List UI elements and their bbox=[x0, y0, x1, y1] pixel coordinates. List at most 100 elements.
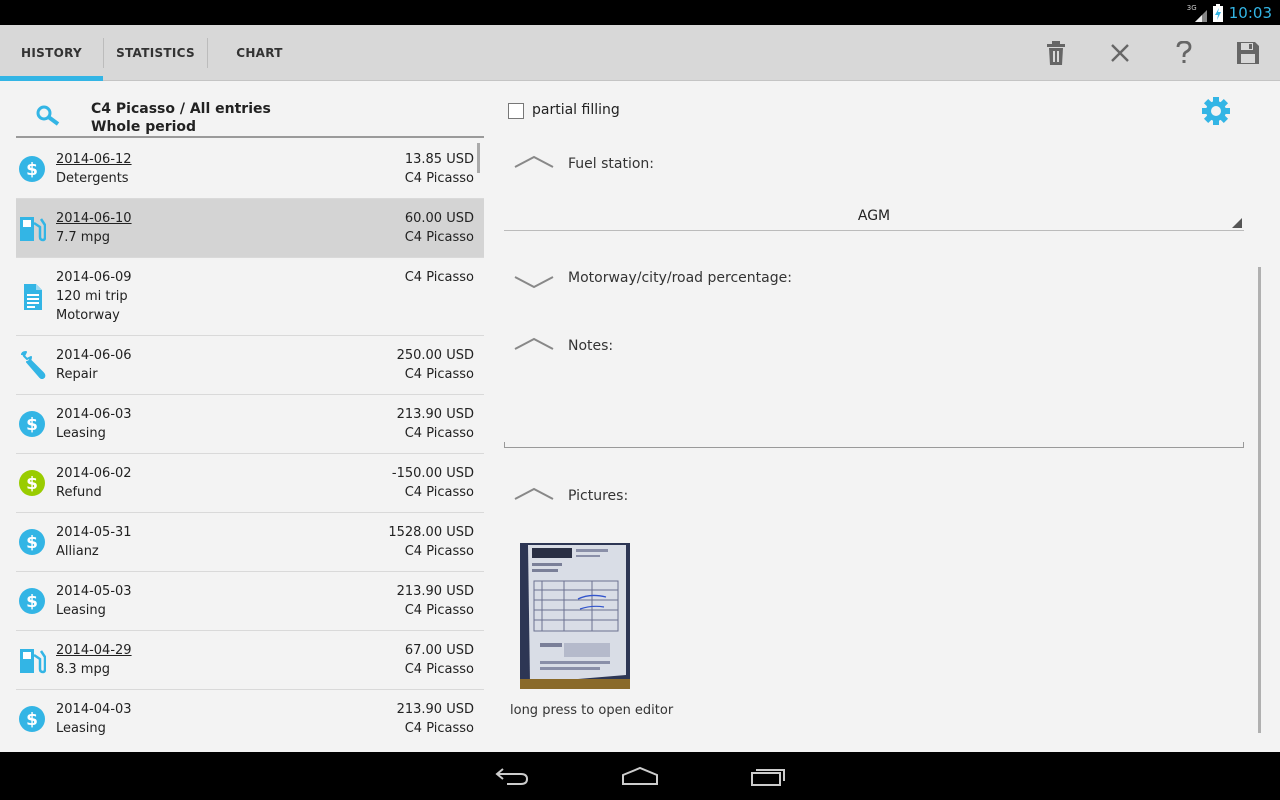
filter-period: Whole period bbox=[91, 119, 197, 135]
navigation-bar bbox=[0, 752, 1280, 800]
save-button[interactable] bbox=[1216, 25, 1280, 81]
detail-panel: partial filling Fuel station: AGM Motorw… bbox=[504, 81, 1264, 752]
fuel-pump-icon bbox=[20, 217, 46, 242]
entry-desc: Leasing bbox=[56, 603, 106, 618]
partial-filling-checkbox[interactable] bbox=[508, 103, 524, 119]
dropdown-arrow-icon bbox=[1232, 218, 1242, 228]
entry-car: C4 Picasso bbox=[404, 367, 474, 382]
entry-desc: Leasing bbox=[56, 426, 106, 441]
entry-amount: 1528.00 USD bbox=[388, 525, 474, 540]
list-item[interactable]: $ 2014-04-03 Leasing 213.90 USD C4 Picas… bbox=[16, 690, 484, 749]
entry-date: 2014-04-29 bbox=[56, 643, 132, 658]
home-button[interactable] bbox=[610, 760, 670, 792]
refund-dollar-icon: $ bbox=[19, 470, 45, 496]
help-button[interactable] bbox=[1152, 25, 1216, 81]
notes-input[interactable] bbox=[504, 366, 1244, 448]
list-item[interactable]: 2014-06-10 7.7 mpg 60.00 USD C4 Picasso bbox=[16, 199, 484, 258]
clock: 10:03 bbox=[1228, 3, 1272, 22]
dollar-icon: $ bbox=[19, 156, 45, 182]
entry-car: C4 Picasso bbox=[404, 426, 474, 441]
entry-desc: 8.3 mpg bbox=[56, 662, 110, 677]
picture-hint: long press to open editor bbox=[510, 703, 674, 718]
list-item[interactable]: $ 2014-06-02 Refund -150.00 USD C4 Picas… bbox=[16, 454, 484, 513]
battery-icon bbox=[1212, 3, 1223, 22]
tab-history[interactable]: HISTORY bbox=[0, 25, 103, 81]
fuel-station-value: AGM bbox=[857, 208, 891, 224]
entry-date: 2014-06-02 bbox=[56, 466, 132, 481]
dollar-icon: $ bbox=[19, 706, 45, 732]
entry-car: C4 Picasso bbox=[404, 485, 474, 500]
entry-date: 2014-05-31 bbox=[56, 525, 132, 540]
help-icon bbox=[1176, 41, 1192, 63]
entry-date: 2014-04-03 bbox=[56, 702, 132, 717]
entry-car: C4 Picasso bbox=[404, 603, 474, 618]
receipt-picture[interactable] bbox=[520, 543, 630, 689]
chevron-up-icon[interactable] bbox=[514, 337, 554, 351]
svg-text:$: $ bbox=[26, 474, 38, 494]
list-item[interactable]: 2014-06-09 120 mi trip Motorway C4 Picas… bbox=[16, 258, 484, 336]
close-icon bbox=[1111, 44, 1129, 62]
svg-text:$: $ bbox=[26, 415, 38, 435]
partial-filling-label: partial filling bbox=[532, 102, 620, 118]
home-icon bbox=[622, 766, 658, 785]
dollar-icon: $ bbox=[19, 411, 45, 437]
entry-amount: 213.90 USD bbox=[396, 407, 474, 422]
discard-button[interactable] bbox=[1088, 25, 1152, 81]
entry-amount: 67.00 USD bbox=[404, 643, 474, 658]
list-item[interactable]: $ 2014-06-12 Detergents 13.85 USD C4 Pic… bbox=[16, 140, 484, 199]
signal-icon: 3G bbox=[1187, 4, 1207, 22]
recent-apps-icon bbox=[751, 769, 785, 786]
chevron-down-icon[interactable] bbox=[514, 275, 554, 289]
gear-icon[interactable] bbox=[1201, 96, 1231, 126]
fuel-station-dropdown[interactable]: AGM bbox=[504, 201, 1244, 231]
document-icon bbox=[24, 284, 42, 310]
svg-text:$: $ bbox=[26, 710, 38, 730]
tab-chart[interactable]: CHART bbox=[208, 25, 311, 81]
notes-label: Notes: bbox=[568, 338, 614, 354]
action-bar: HISTORY STATISTICS CHART bbox=[0, 25, 1280, 81]
detail-scrollbar[interactable] bbox=[1258, 267, 1261, 733]
entry-date: 2014-06-10 bbox=[56, 211, 132, 226]
status-bar: 3G 10:03 bbox=[0, 0, 1280, 25]
entry-desc-2: Motorway bbox=[56, 308, 120, 323]
filter-header[interactable]: C4 Picasso / All entries Whole period bbox=[16, 81, 484, 138]
save-icon bbox=[1237, 42, 1259, 64]
entry-desc: Repair bbox=[56, 367, 98, 382]
list-item[interactable]: $ 2014-05-31 Allianz 1528.00 USD C4 Pica… bbox=[16, 513, 484, 572]
svg-text:$: $ bbox=[26, 592, 38, 612]
svg-text:$: $ bbox=[26, 160, 38, 180]
entry-amount: 13.85 USD bbox=[404, 152, 474, 167]
list-item[interactable]: $ 2014-06-03 Leasing 213.90 USD C4 Picas… bbox=[16, 395, 484, 454]
entry-amount: 213.90 USD bbox=[396, 584, 474, 599]
pictures-label: Pictures: bbox=[568, 488, 629, 504]
fuel-pump-icon bbox=[20, 649, 46, 674]
entry-desc: 7.7 mpg bbox=[56, 230, 110, 245]
entry-desc: 120 mi trip bbox=[56, 289, 128, 304]
entry-date: 2014-06-09 bbox=[56, 270, 132, 285]
list-scrollbar[interactable] bbox=[477, 143, 480, 173]
entry-desc: Refund bbox=[56, 485, 102, 500]
list-item[interactable]: $ 2014-05-03 Leasing 213.90 USD C4 Picas… bbox=[16, 572, 484, 631]
tab-statistics[interactable]: STATISTICS bbox=[104, 25, 207, 81]
history-panel: C4 Picasso / All entries Whole period $ … bbox=[16, 81, 484, 752]
recent-apps-button[interactable] bbox=[738, 760, 798, 792]
dollar-icon: $ bbox=[19, 588, 45, 614]
back-button[interactable] bbox=[482, 760, 542, 792]
entry-date: 2014-06-12 bbox=[56, 152, 132, 167]
chevron-up-icon[interactable] bbox=[514, 155, 554, 169]
list-item[interactable]: 2014-04-29 8.3 mpg 67.00 USD C4 Picasso bbox=[16, 631, 484, 690]
wrench-icon bbox=[21, 351, 46, 379]
percentage-label: Motorway/city/road percentage: bbox=[568, 270, 792, 286]
trash-icon bbox=[1047, 41, 1065, 65]
entry-date: 2014-06-06 bbox=[56, 348, 132, 363]
tab-label: CHART bbox=[236, 46, 283, 60]
tab-label: HISTORY bbox=[21, 46, 82, 60]
delete-button[interactable] bbox=[1024, 25, 1088, 81]
entry-amount: 213.90 USD bbox=[396, 702, 474, 717]
chevron-up-icon[interactable] bbox=[514, 487, 554, 501]
entry-desc: Leasing bbox=[56, 721, 106, 736]
entry-amount: 250.00 USD bbox=[396, 348, 474, 363]
filter-title: C4 Picasso / All entries bbox=[91, 101, 271, 117]
list-item[interactable]: 2014-06-06 Repair 250.00 USD C4 Picasso bbox=[16, 336, 484, 395]
fuel-station-label: Fuel station: bbox=[568, 156, 655, 172]
